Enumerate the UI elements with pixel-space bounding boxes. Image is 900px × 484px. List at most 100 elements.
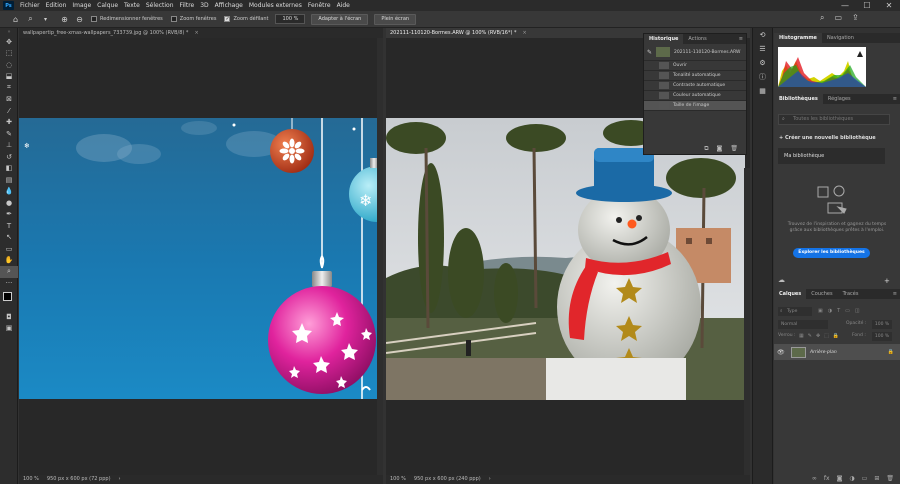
panel-menu-icon[interactable]: ≡ bbox=[893, 291, 900, 297]
menu-selection[interactable]: Sélection bbox=[143, 2, 177, 9]
fx-icon[interactable]: fx bbox=[824, 475, 830, 482]
share-icon[interactable]: ⇪ bbox=[852, 13, 859, 23]
lasso-tool-icon[interactable]: ◌ bbox=[0, 59, 18, 71]
swatches-panel-icon[interactable]: ▦ bbox=[753, 84, 772, 98]
screen-mode-icon[interactable]: ▣ bbox=[0, 323, 18, 335]
scrollbar-right-doc[interactable] bbox=[744, 168, 750, 475]
blur-tool-icon[interactable]: 💧 bbox=[0, 186, 18, 198]
tab-actions[interactable]: Actions bbox=[683, 34, 711, 44]
zoom-value-field[interactable]: 100 % bbox=[275, 14, 306, 24]
blend-mode-select[interactable]: Normal bbox=[778, 320, 828, 329]
workspace-icon[interactable]: ▭ bbox=[834, 13, 842, 23]
panel-menu-icon[interactable]: ≡ bbox=[739, 36, 746, 42]
layer-filter-select[interactable]: ⌕ Type bbox=[778, 307, 812, 316]
close-tab-icon[interactable]: × bbox=[523, 30, 527, 36]
type-tool-icon[interactable]: T bbox=[0, 220, 18, 232]
chevron-down-icon[interactable]: ▾ bbox=[40, 14, 51, 25]
trash-icon[interactable]: 🗑 bbox=[886, 475, 894, 482]
lock-all-icon[interactable]: 🔒 bbox=[833, 333, 839, 339]
menu-modules-externes[interactable]: Modules externes bbox=[246, 2, 305, 9]
eyedropper-tool-icon[interactable]: ⁄ bbox=[0, 105, 18, 117]
adjustments-panel-icon[interactable]: ⚙ bbox=[753, 56, 772, 70]
pixel-filter-icon[interactable]: ▣ bbox=[818, 308, 823, 314]
zoom-out-icon[interactable]: ⊖ bbox=[74, 14, 85, 25]
tab-historique[interactable]: Historique bbox=[644, 34, 684, 44]
create-library-button[interactable]: + Créer une nouvelle bibliothèque bbox=[779, 135, 876, 141]
smart-object-filter-icon[interactable]: ◫ bbox=[855, 308, 860, 314]
tab-couches[interactable]: Couches bbox=[806, 289, 837, 299]
link-icon[interactable]: ∞ bbox=[812, 475, 817, 482]
type-filter-icon[interactable]: T bbox=[837, 308, 840, 314]
info-panel-icon[interactable]: ⓘ bbox=[753, 70, 772, 84]
lock-move-icon[interactable]: ✥ bbox=[816, 333, 820, 339]
search-icon[interactable]: ⌕ bbox=[820, 13, 824, 23]
collapse-icon[interactable]: » bbox=[0, 28, 18, 36]
fit-screen-button[interactable]: Adapter à l'écran bbox=[311, 13, 369, 25]
scrollbar-left-doc[interactable] bbox=[377, 38, 383, 475]
layer-row[interactable]: 👁 Arrière-plan 🔒 bbox=[774, 344, 900, 360]
menu-3d[interactable]: 3D bbox=[197, 2, 211, 9]
close-tab-icon[interactable]: × bbox=[194, 30, 198, 36]
history-item[interactable]: Tonalité automatique bbox=[644, 71, 746, 81]
healing-tool-icon[interactable]: ✚ bbox=[0, 117, 18, 129]
history-item[interactable]: Ouvrir bbox=[644, 61, 746, 71]
library-search-input[interactable]: ⌕ Toutes les bibliothèques bbox=[778, 114, 890, 125]
stamp-tool-icon[interactable]: ⊥ bbox=[0, 140, 18, 152]
object-select-tool-icon[interactable]: ⬓ bbox=[0, 71, 18, 83]
explore-libraries-button[interactable]: Explorer les bibliothèques bbox=[793, 248, 870, 258]
history-snapshot[interactable]: ✎ 202111-110120-Bormes.ARW bbox=[644, 44, 746, 61]
adjustment-layer-icon[interactable]: ◑ bbox=[849, 475, 854, 482]
pen-tool-icon[interactable]: ✒ bbox=[0, 209, 18, 221]
scrubby-zoom-checkbox[interactable]: ✓ Zoom défilant bbox=[224, 16, 268, 22]
status-zoom-right[interactable]: 100 % bbox=[386, 475, 410, 484]
status-zoom-left[interactable]: 100 % bbox=[19, 475, 43, 484]
tab-navigation[interactable]: Navigation bbox=[822, 33, 859, 43]
trash-icon[interactable]: 🗑 bbox=[730, 145, 738, 152]
tab-calques[interactable]: Calques bbox=[774, 289, 807, 299]
library-item[interactable]: Ma bibliothèque bbox=[778, 148, 885, 164]
panel-menu-icon[interactable]: ≡ bbox=[893, 96, 900, 102]
menu-fenetre[interactable]: Fenêtre bbox=[305, 2, 334, 9]
snowman-photo-canvas[interactable] bbox=[386, 118, 745, 400]
menu-fichier[interactable]: Fichier bbox=[17, 2, 43, 9]
menu-aide[interactable]: Aide bbox=[334, 2, 353, 9]
eraser-tool-icon[interactable]: ◧ bbox=[0, 163, 18, 175]
menu-calque[interactable]: Calque bbox=[94, 2, 121, 9]
resize-windows-checkbox[interactable]: Redimensionner fenêtres bbox=[91, 16, 163, 22]
maximize-button[interactable]: ☐ bbox=[856, 0, 878, 11]
foreground-color-swatch[interactable] bbox=[3, 292, 12, 301]
folder-icon[interactable]: ▭ bbox=[862, 475, 868, 482]
menu-affichage[interactable]: Affichage bbox=[212, 2, 246, 9]
christmas-wallpaper-canvas[interactable]: ❄ ❄ bbox=[19, 118, 377, 399]
crop-tool-icon[interactable]: ⌗ bbox=[0, 82, 18, 94]
history-item-selected[interactable]: Taille de l'image bbox=[644, 101, 746, 111]
mask-icon[interactable]: ◙ bbox=[837, 475, 843, 482]
zoom-in-icon[interactable]: ⊕ bbox=[59, 14, 70, 25]
zoom-all-checkbox[interactable]: Zoom fenêtres bbox=[170, 16, 216, 22]
history-brush-tool-icon[interactable]: ↺ bbox=[0, 151, 18, 163]
document-tab-left[interactable]: wallpapertip_free-xmas-wallpapers_733739… bbox=[19, 28, 383, 38]
quick-mask-icon[interactable]: ◘ bbox=[0, 311, 18, 323]
menu-edition[interactable]: Edition bbox=[43, 2, 70, 9]
minimize-button[interactable]: — bbox=[834, 0, 856, 11]
frame-tool-icon[interactable]: ⊠ bbox=[0, 94, 18, 106]
zoom-tool-icon[interactable]: ⌕ bbox=[0, 266, 18, 278]
chevron-right-icon[interactable]: › bbox=[115, 475, 125, 484]
close-button[interactable]: ✕ bbox=[878, 0, 900, 11]
tab-traces[interactable]: Tracés bbox=[838, 289, 864, 299]
lock-pixels-icon[interactable]: ▦ bbox=[799, 333, 804, 339]
tab-reglages[interactable]: Réglages bbox=[823, 94, 856, 104]
menu-filtre[interactable]: Filtre bbox=[177, 2, 198, 9]
tab-bibliotheques[interactable]: Bibliothèques bbox=[774, 94, 823, 104]
artboard-tool-icon[interactable]: ⬚ bbox=[0, 48, 18, 60]
rectangle-tool-icon[interactable]: ▭ bbox=[0, 243, 18, 255]
zoom-tool-icon[interactable]: ⌕ bbox=[25, 14, 36, 25]
dodge-tool-icon[interactable]: ● bbox=[0, 197, 18, 209]
history-item[interactable]: Contraste automatique bbox=[644, 81, 746, 91]
gradient-tool-icon[interactable]: ▤ bbox=[0, 174, 18, 186]
history-item[interactable]: Couleur automatique bbox=[644, 91, 746, 101]
menu-texte[interactable]: Texte bbox=[121, 2, 143, 9]
brush-tool-icon[interactable]: ✎ bbox=[0, 128, 18, 140]
menu-image[interactable]: Image bbox=[69, 2, 94, 9]
hand-tool-icon[interactable]: ✋ bbox=[0, 255, 18, 267]
